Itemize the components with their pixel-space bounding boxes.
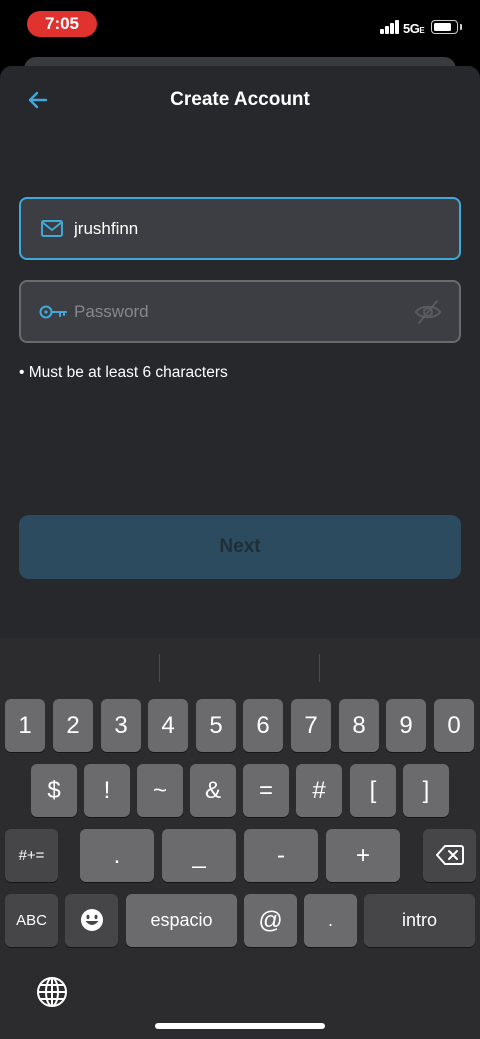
key-tilde[interactable]: ~: [137, 764, 183, 817]
key-right-bracket[interactable]: ]: [403, 764, 449, 817]
key-7[interactable]: 7: [291, 699, 331, 752]
key-dollar[interactable]: $: [31, 764, 77, 817]
emoji-icon: [80, 909, 103, 931]
globe-icon[interactable]: [36, 976, 68, 1008]
key-emoji[interactable]: [65, 894, 118, 947]
home-indicator[interactable]: [155, 1023, 325, 1029]
status-time: 7:05: [27, 11, 97, 37]
password-input[interactable]: [74, 282, 399, 341]
key-6[interactable]: 6: [243, 699, 283, 752]
key-ampersand[interactable]: &: [190, 764, 236, 817]
backspace-icon: [435, 845, 464, 865]
key-hyphen[interactable]: -: [244, 829, 318, 882]
key-5[interactable]: 5: [196, 699, 236, 752]
eye-slash-icon[interactable]: [413, 298, 443, 326]
key-icon: [39, 305, 67, 319]
signal-strength-icon: [380, 20, 400, 34]
password-field[interactable]: [19, 280, 461, 343]
key-8[interactable]: 8: [339, 699, 379, 752]
key-exclamation[interactable]: !: [84, 764, 130, 817]
key-dot[interactable]: .: [304, 894, 357, 947]
key-hash[interactable]: #: [296, 764, 342, 817]
status-bar: 7:05 5GE: [0, 0, 480, 50]
suggestion-divider: [159, 654, 160, 682]
key-space[interactable]: espacio: [126, 894, 237, 947]
key-3[interactable]: 3: [101, 699, 141, 752]
key-backspace[interactable]: [423, 829, 476, 882]
suggestion-divider: [319, 654, 320, 682]
email-field[interactable]: [19, 197, 461, 260]
key-period[interactable]: .: [80, 829, 154, 882]
network-type: 5GE: [403, 21, 425, 36]
battery-icon: [431, 20, 458, 34]
key-abc[interactable]: ABC: [5, 894, 58, 947]
key-more-symbols[interactable]: #+=: [5, 829, 58, 882]
key-return[interactable]: intro: [364, 894, 475, 947]
next-button[interactable]: Next: [19, 515, 461, 579]
battery-tip: [460, 24, 462, 30]
back-arrow-icon[interactable]: [26, 88, 50, 112]
key-9[interactable]: 9: [386, 699, 426, 752]
key-2[interactable]: 2: [53, 699, 93, 752]
key-4[interactable]: 4: [148, 699, 188, 752]
key-left-bracket[interactable]: [: [350, 764, 396, 817]
email-input[interactable]: [74, 199, 399, 258]
key-1[interactable]: 1: [5, 699, 45, 752]
key-equals[interactable]: =: [243, 764, 289, 817]
key-at[interactable]: @: [244, 894, 297, 947]
key-0[interactable]: 0: [434, 699, 474, 752]
password-requirement-hint: • Must be at least 6 characters: [19, 364, 228, 381]
mail-icon: [41, 220, 63, 237]
key-underscore[interactable]: _: [162, 829, 236, 882]
key-plus[interactable]: +: [326, 829, 400, 882]
